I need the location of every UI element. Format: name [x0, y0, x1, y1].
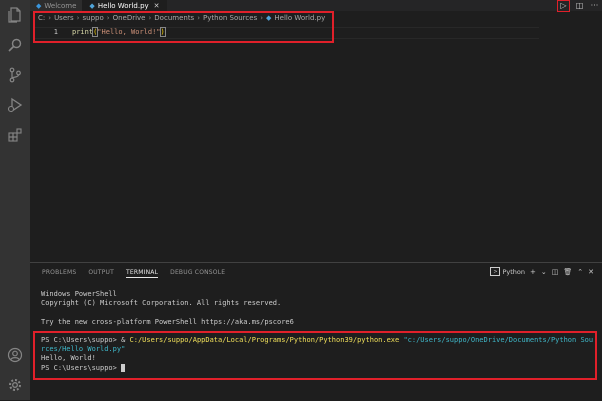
terminal-select[interactable]: > Python	[490, 267, 525, 276]
terminal-line: Copyright (C) Microsoft Corporation. All…	[41, 299, 282, 307]
kill-terminal-icon[interactable]: 🗑	[563, 268, 572, 276]
tab-debug-console[interactable]: DEBUG CONSOLE	[170, 269, 225, 278]
bottom-panel: PROBLEMS OUTPUT TERMINAL DEBUG CONSOLE >…	[30, 262, 602, 401]
explorer-icon[interactable]	[0, 0, 30, 30]
more-actions-icon[interactable]: ···	[589, 1, 600, 11]
tab-welcome[interactable]: ◆ Welcome	[30, 0, 84, 11]
panel-actions: > Python + ⌄ ◫ 🗑 ⌃ ✕	[490, 267, 594, 276]
maximize-panel-icon[interactable]: ⌃	[577, 268, 583, 276]
panel-tabs: PROBLEMS OUTPUT TERMINAL DEBUG CONSOLE	[42, 269, 225, 278]
terminal-icon: >	[490, 267, 501, 276]
tab-label: Welcome	[44, 1, 77, 10]
terminal-highlight-box	[33, 331, 597, 380]
tab-label: Hello World.py	[97, 1, 149, 10]
python-file-icon: ◆	[89, 1, 95, 10]
split-editor-icon[interactable]: ◫	[574, 1, 585, 11]
tab-problems[interactable]: PROBLEMS	[42, 269, 76, 278]
editor-highlight-box	[33, 11, 334, 43]
settings-gear-icon[interactable]	[0, 370, 30, 400]
close-tab-icon[interactable]: ✕	[154, 2, 160, 10]
run-debug-icon[interactable]	[0, 90, 30, 120]
terminal-shell-label: Python	[502, 267, 525, 276]
new-terminal-icon[interactable]: +	[530, 268, 536, 276]
split-terminal-icon[interactable]: ◫	[552, 268, 559, 276]
run-python-file-button[interactable]: ▷	[557, 0, 570, 12]
extensions-icon[interactable]	[0, 120, 30, 150]
vscode-logo-icon: ◆	[36, 1, 42, 10]
tab-output[interactable]: OUTPUT	[88, 269, 114, 278]
terminal-line: Try the new cross-platform PowerShell ht…	[41, 318, 294, 326]
close-panel-icon[interactable]: ✕	[588, 268, 594, 276]
search-icon[interactable]	[0, 30, 30, 60]
tab-hello-world[interactable]: ◆ Hello World.py ✕	[83, 0, 167, 11]
terminal-dropdown-icon[interactable]: ⌄	[541, 268, 547, 276]
tab-terminal[interactable]: TERMINAL	[126, 269, 159, 278]
account-icon[interactable]	[0, 340, 30, 370]
source-control-icon[interactable]	[0, 60, 30, 90]
editor-tab-bar: ◆ Welcome ◆ Hello World.py ✕ ▷ ◫ ···	[30, 0, 602, 12]
activity-bar	[0, 0, 30, 400]
